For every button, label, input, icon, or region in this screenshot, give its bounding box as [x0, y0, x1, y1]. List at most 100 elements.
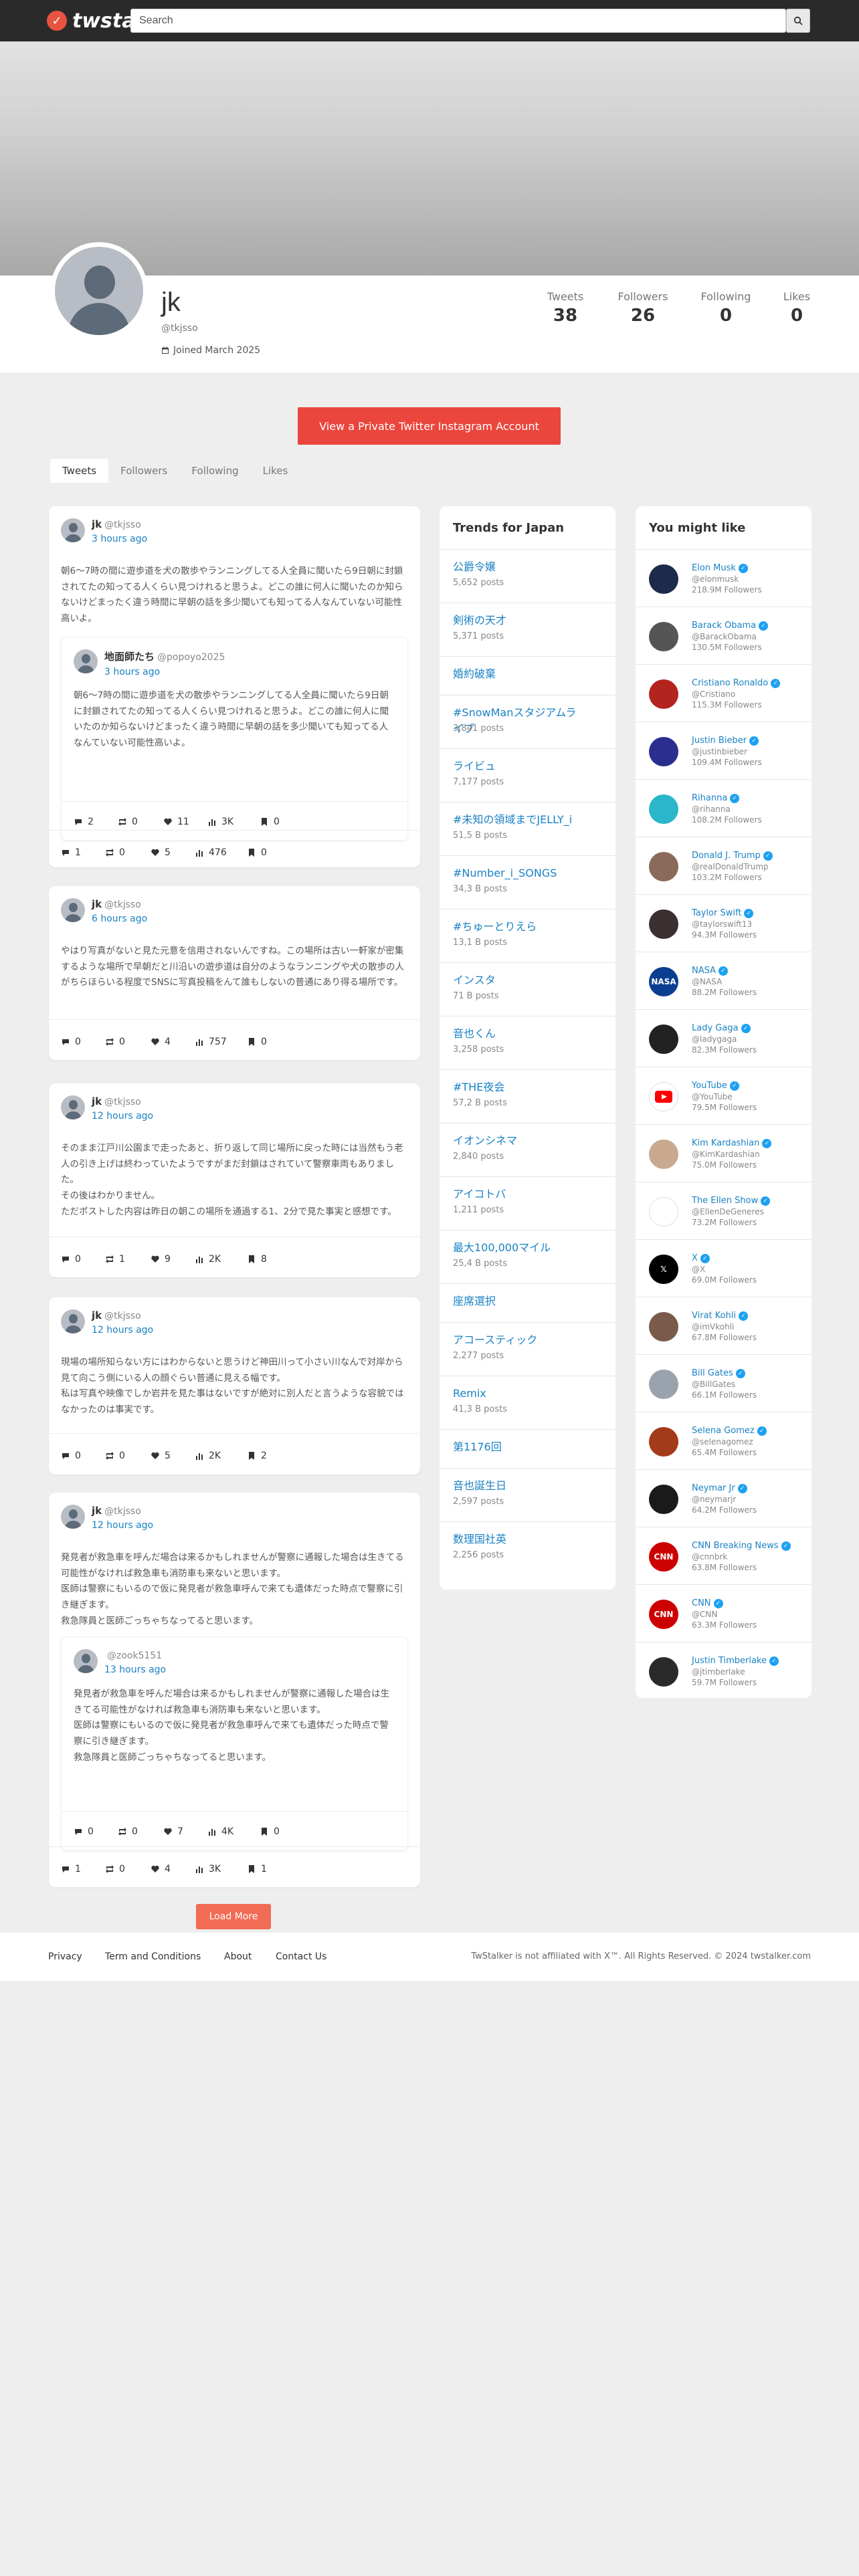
tweet-time[interactable]: 13 hours ago	[104, 1665, 166, 1675]
author-handle[interactable]: @tkjsso	[104, 1311, 141, 1321]
avatar[interactable]	[649, 1370, 678, 1399]
views-action[interactable]: 4K	[207, 1826, 233, 1837]
avatar[interactable]	[649, 1657, 678, 1687]
account-name[interactable]: Lady Gaga	[692, 1023, 739, 1033]
author-handle[interactable]: @tkjsso	[104, 899, 141, 910]
suggested-account[interactable]: Bill Gates ✓ @BillGates 66.1M Followers	[636, 1354, 812, 1412]
avatar[interactable]	[61, 1095, 85, 1119]
avatar[interactable]	[649, 1025, 678, 1054]
tweet-time[interactable]: 12 hours ago	[92, 1111, 153, 1121]
trend-name[interactable]: 婚約破棄	[453, 666, 587, 682]
trend-item[interactable]: #ちゅーとりえら 13,1 B posts	[440, 909, 615, 962]
trend-name[interactable]: ライビュ	[453, 758, 587, 774]
trend-name[interactable]: 音也誕生日	[453, 1478, 587, 1494]
trend-item[interactable]: #SnowManスタジアムライブ 3,841 posts	[440, 695, 615, 748]
avatar[interactable]	[649, 1197, 678, 1226]
bookmark-action[interactable]: 0	[247, 1037, 267, 1047]
tweet-time[interactable]: 3 hours ago	[104, 667, 225, 677]
avatar[interactable]	[61, 1505, 85, 1529]
trend-item[interactable]: #未知の領域までJELLY_i 51,5 B posts	[440, 802, 615, 855]
retweet-action[interactable]: 0	[118, 817, 138, 827]
account-name[interactable]: NASA	[692, 966, 716, 976]
author-name[interactable]: jk	[92, 1309, 102, 1321]
footer-link-terms[interactable]: Term and Conditions	[105, 1951, 201, 1962]
account-name[interactable]: Neymar Jr	[692, 1483, 735, 1493]
retweet-action[interactable]: 0	[105, 1037, 125, 1047]
bookmark-action[interactable]: 0	[260, 1826, 280, 1837]
author-name[interactable]: jk	[92, 1095, 102, 1107]
stat-followers[interactable]: Followers 26	[612, 290, 674, 326]
trend-item[interactable]: イオンシネマ 2,840 posts	[440, 1123, 615, 1176]
like-action[interactable]: 9	[151, 1254, 171, 1265]
suggested-account[interactable]: Rihanna ✓ @rihanna 108.2M Followers	[636, 779, 812, 837]
avatar[interactable]	[74, 1649, 98, 1673]
trend-item[interactable]: アコースティック 2,277 posts	[440, 1322, 615, 1376]
trend-name[interactable]: イオンシネマ	[453, 1133, 587, 1149]
retweet-action[interactable]: 0	[105, 847, 125, 858]
bookmark-action[interactable]: 8	[247, 1254, 267, 1265]
avatar[interactable]	[649, 564, 678, 594]
suggested-account[interactable]: Cristiano Ronaldo ✓ @Cristiano 115.3M Fol…	[636, 664, 812, 722]
trend-name[interactable]: #THE夜会	[453, 1079, 587, 1095]
views-action[interactable]: 476	[195, 847, 227, 858]
tab-followers[interactable]: Followers	[108, 459, 179, 483]
views-action[interactable]: 2K	[195, 1451, 221, 1461]
trend-item[interactable]: 第1176回	[440, 1429, 615, 1468]
trend-name[interactable]: 最大100,000マイル	[453, 1240, 587, 1256]
reply-action[interactable]: 0	[61, 1451, 81, 1461]
load-more-button[interactable]: Load More	[196, 1904, 271, 1929]
avatar[interactable]	[649, 1427, 678, 1457]
avatar[interactable]: CNN	[649, 1542, 678, 1572]
trend-item[interactable]: 音也くん 3,258 posts	[440, 1016, 615, 1069]
tab-tweets[interactable]: Tweets	[50, 459, 109, 483]
trend-item[interactable]: 座席選択	[440, 1283, 615, 1322]
avatar[interactable]	[649, 794, 678, 824]
footer-link-contact[interactable]: Contact Us	[276, 1951, 326, 1962]
avatar[interactable]: 𝕏	[649, 1255, 678, 1284]
avatar[interactable]: NASA	[649, 967, 678, 996]
bookmark-action[interactable]: 0	[247, 847, 267, 858]
bookmark-action[interactable]: 1	[247, 1864, 267, 1874]
author-handle[interactable]: @tkjsso	[104, 520, 141, 530]
suggested-account[interactable]: CNN CNN Breaking News ✓ @cnnbrk 63.8M Fol…	[636, 1527, 812, 1584]
trend-item[interactable]: ライビュ 7,177 posts	[440, 748, 615, 802]
trend-name[interactable]: 音也くん	[453, 1026, 587, 1042]
suggested-account[interactable]: NASA NASA ✓ @NASA 88.2M Followers	[636, 952, 812, 1009]
views-action[interactable]: 3K	[207, 817, 233, 827]
trend-item[interactable]: #THE夜会 57,2 B posts	[440, 1069, 615, 1123]
author-name[interactable]: 地面師たち	[104, 651, 155, 663]
account-name[interactable]: Barack Obama	[692, 621, 756, 631]
avatar[interactable]: CNN	[649, 1600, 678, 1629]
author-name[interactable]: jk	[92, 1505, 102, 1517]
search-input[interactable]	[130, 9, 786, 33]
suggested-account[interactable]: 𝕏 X ✓ @X 69.0M Followers	[636, 1239, 812, 1297]
site-logo[interactable]: ✓ twstalker	[47, 9, 134, 32]
retweet-action[interactable]: 1	[105, 1254, 125, 1265]
views-action[interactable]: 757	[195, 1037, 227, 1047]
trend-item[interactable]: 婚約破棄	[440, 656, 615, 695]
account-name[interactable]: YouTube	[692, 1081, 727, 1091]
trend-name[interactable]: #Number_i_SONGS	[453, 865, 587, 881]
like-action[interactable]: 4	[151, 1864, 171, 1874]
trend-item[interactable]: 最大100,000マイル 25,4 B posts	[440, 1230, 615, 1283]
avatar[interactable]	[649, 1140, 678, 1169]
trend-name[interactable]: Remix	[453, 1386, 587, 1402]
tweet-time[interactable]: 12 hours ago	[92, 1325, 153, 1335]
suggested-account[interactable]: CNN CNN ✓ @CNN 63.3M Followers	[636, 1584, 812, 1642]
stat-tweets[interactable]: Tweets 38	[542, 290, 589, 326]
avatar[interactable]	[649, 679, 678, 709]
bookmark-action[interactable]: 0	[260, 817, 280, 827]
suggested-account[interactable]: Kim Kardashian ✓ @KimKardashian 75.0M Fol…	[636, 1124, 812, 1182]
suggested-account[interactable]: Virat Kohli ✓ @imVkohli 67.8M Followers	[636, 1297, 812, 1354]
suggested-account[interactable]: The Ellen Show ✓ @EllenDeGeneres 73.2M Fo…	[636, 1182, 812, 1239]
avatar[interactable]	[649, 1485, 678, 1514]
account-name[interactable]: X	[692, 1253, 698, 1263]
like-action[interactable]: 11	[163, 817, 189, 827]
trend-name[interactable]: 剣術の天才	[453, 613, 587, 629]
tweet-time[interactable]: 12 hours ago	[92, 1520, 153, 1531]
account-name[interactable]: Rihanna	[692, 793, 727, 803]
avatar[interactable]	[649, 622, 678, 651]
avatar[interactable]	[649, 909, 678, 939]
avatar[interactable]	[61, 518, 85, 542]
account-name[interactable]: Elon Musk	[692, 563, 736, 573]
